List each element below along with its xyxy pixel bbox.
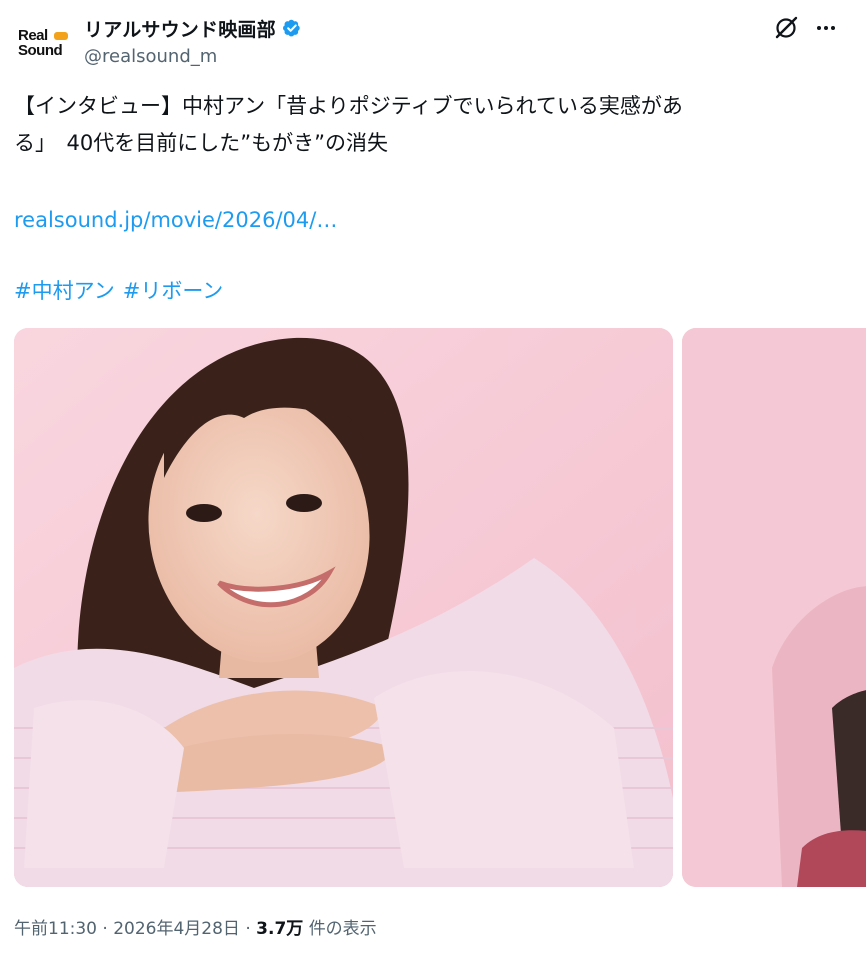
avatar-logo-text-2: Sound <box>18 42 63 59</box>
avatar-logo-text-1: Real <box>18 27 48 44</box>
hashtag-link[interactable]: #リボーン <box>123 279 224 303</box>
logo-mark-icon <box>54 32 68 40</box>
tweet-text-line-1: 【インタビュー】中村アン「昔よりポジティブでいられている実感があ <box>14 94 683 118</box>
avatar[interactable]: Real Sound <box>14 16 70 72</box>
tweet-date[interactable]: 2026年4月28日 <box>113 919 240 939</box>
tweet-time[interactable]: 午前11:30 <box>14 919 97 939</box>
tweet-text: 【インタビュー】中村アン「昔よりポジティブでいられている実感があ る」 40代を… <box>14 88 834 162</box>
portrait-illustration <box>14 328 673 887</box>
grok-icon[interactable] <box>772 14 800 42</box>
user-handle[interactable]: @realsound_m <box>84 46 217 67</box>
article-link[interactable]: realsound.jp/movie/2026/04/… <box>14 202 337 239</box>
tweet-meta: 午前11:30 · 2026年4月28日 · 3.7万 件の表示 <box>14 914 377 939</box>
tweet-header: Real Sound リアルサウンド映画部 @realsound_m <box>0 0 866 80</box>
display-name[interactable]: リアルサウンド映画部 <box>84 15 276 42</box>
media-gallery <box>14 328 866 887</box>
hashtags: #中村アン #リボーン <box>14 273 231 310</box>
meta-separator: · <box>245 919 251 939</box>
views-count: 3.7万 <box>256 919 304 939</box>
verified-badge-icon <box>282 19 300 37</box>
meta-separator: · <box>102 919 108 939</box>
more-options-icon[interactable] <box>812 14 840 42</box>
name-row: リアルサウンド映画部 <box>84 14 303 42</box>
views-label: 件の表示 <box>308 919 377 939</box>
portrait-illustration-2 <box>682 328 866 887</box>
photo-2[interactable] <box>682 328 866 887</box>
tweet-text-line-2: る」 40代を目前にした”もがき”の消失 <box>14 131 388 155</box>
hashtag-link[interactable]: #中村アン <box>14 279 115 303</box>
photo-1[interactable] <box>14 328 673 887</box>
